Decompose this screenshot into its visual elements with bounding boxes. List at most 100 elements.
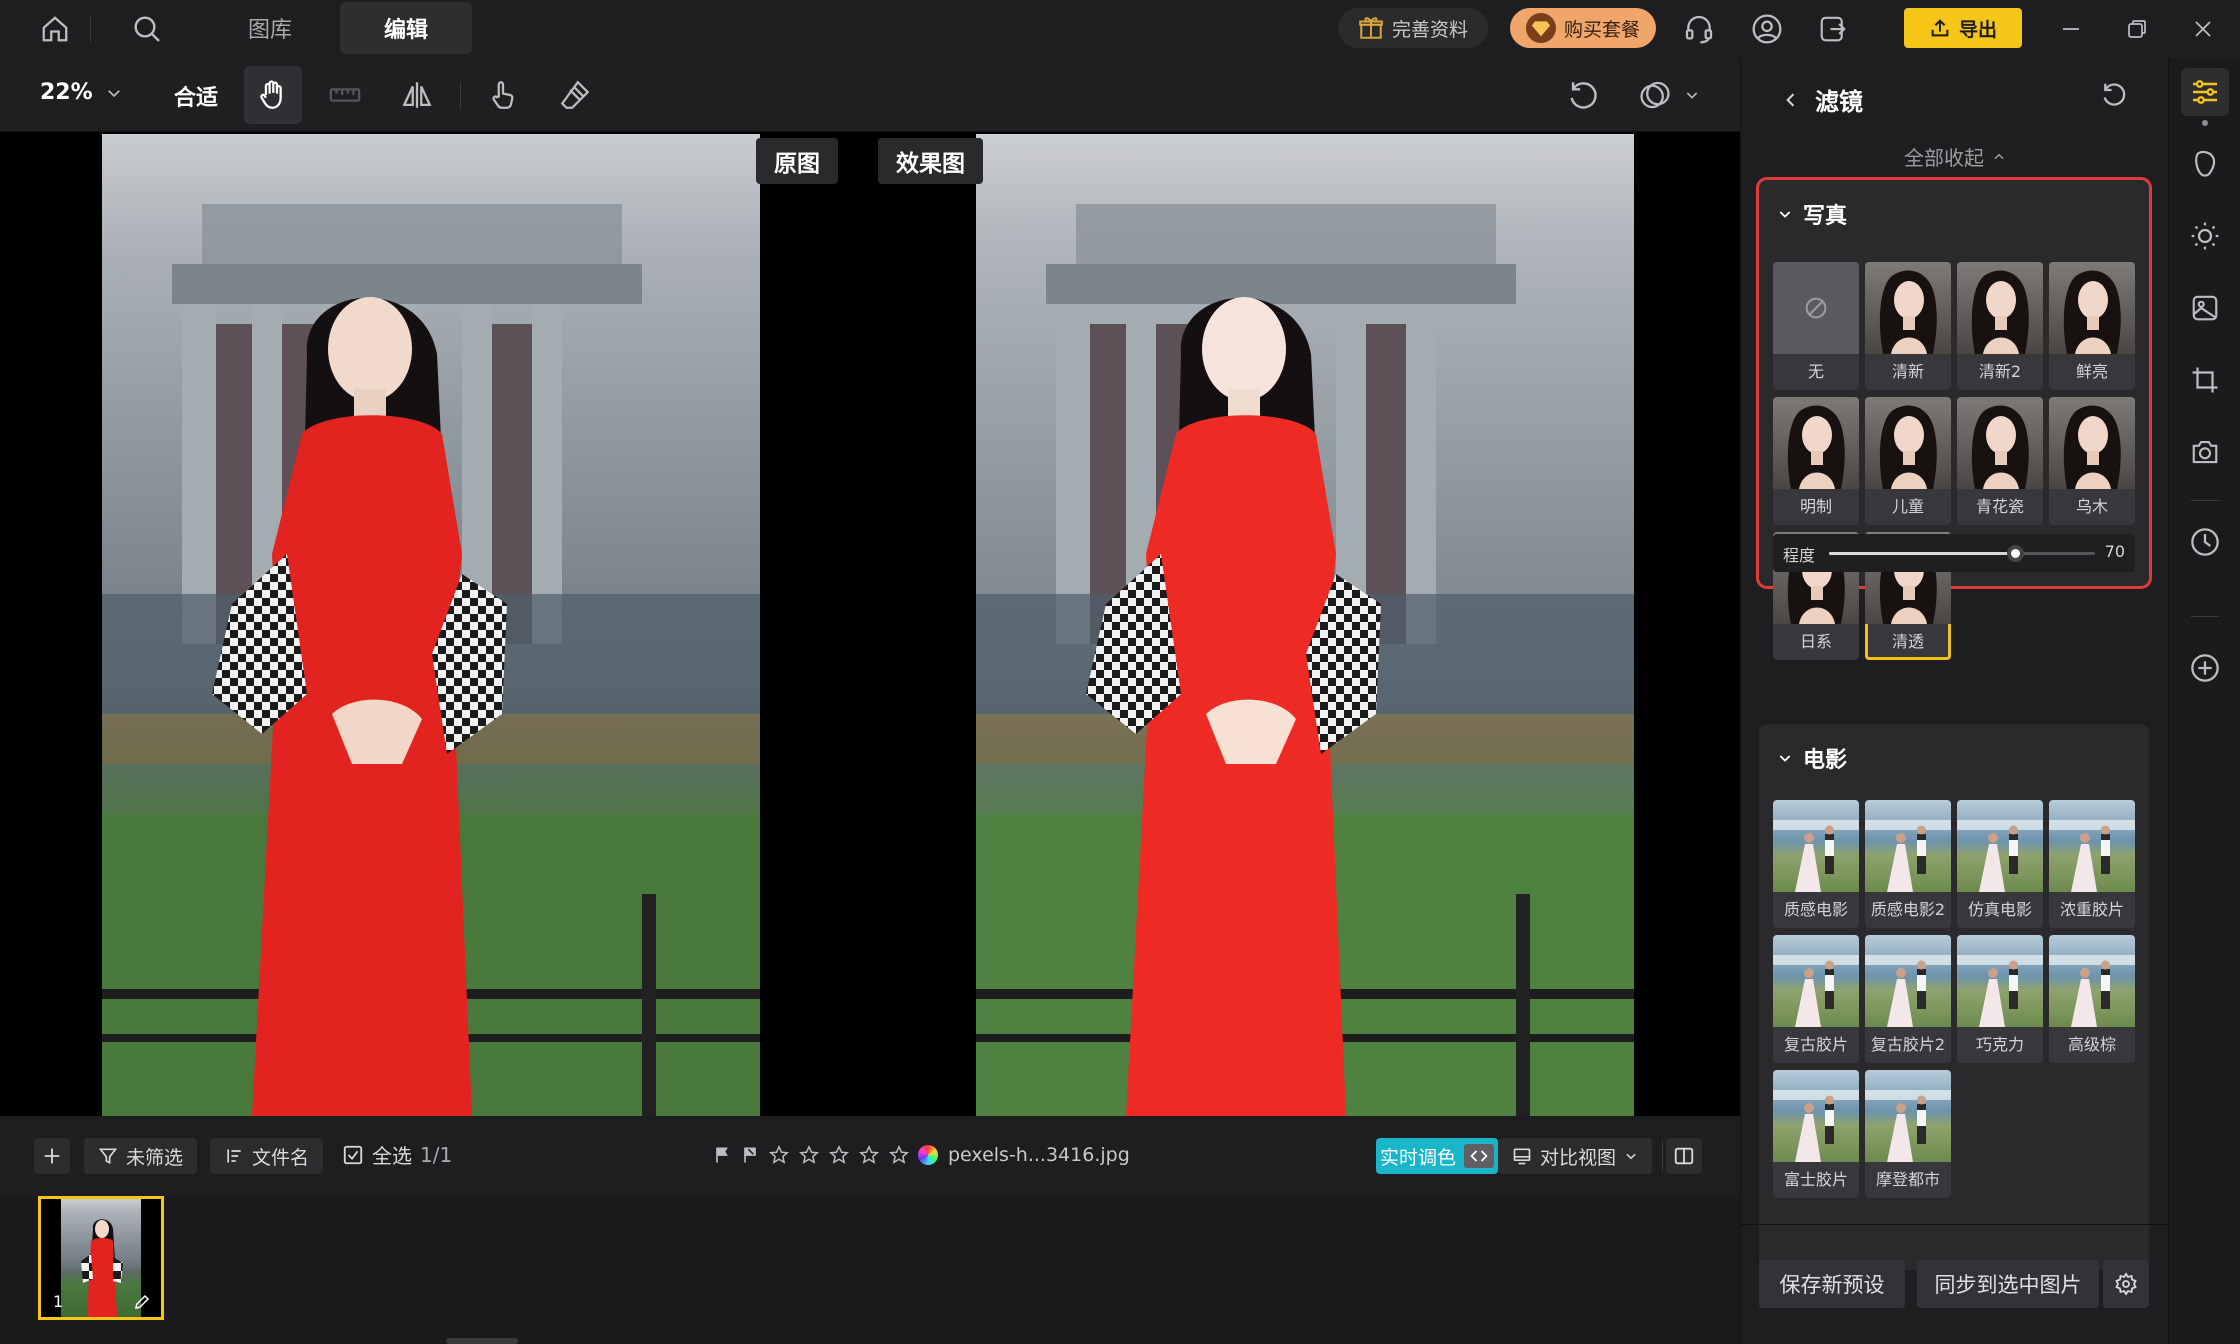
filter-tile[interactable]: 复古胶片2 [1865, 935, 1951, 1063]
restore-icon[interactable] [2116, 8, 2158, 50]
filter-tile[interactable]: 清新 [1865, 262, 1951, 390]
tab-edit[interactable]: 编辑 [340, 2, 472, 54]
filter-tile[interactable]: 复古胶片 [1773, 935, 1859, 1063]
filter-tile[interactable]: 摩登都市 [1865, 1070, 1951, 1198]
chevron-down-icon [1777, 206, 1793, 222]
headset-icon[interactable] [1678, 8, 1720, 50]
filter-thumbnail [1773, 397, 1859, 489]
filter-tile[interactable]: 质感电影2 [1865, 800, 1951, 928]
flip-tool[interactable] [388, 66, 446, 124]
filter-thumbnail [1773, 1070, 1859, 1162]
chevron-down-icon [1684, 87, 1700, 103]
undo-icon [1566, 78, 1600, 112]
image-edit-icon[interactable] [2181, 284, 2229, 332]
section-header-portrait[interactable]: 写真 [1777, 198, 1847, 230]
filter-tile[interactable]: 浓重胶片 [2049, 800, 2135, 928]
filter-tile[interactable]: 巧克力 [1957, 935, 2043, 1063]
user-icon[interactable] [1746, 8, 1788, 50]
original-label: 原图 [756, 138, 838, 184]
save-preset-button[interactable]: 保存新预设 [1759, 1260, 1905, 1308]
export-label: 导出 [1958, 18, 1997, 41]
crop-icon[interactable] [2181, 356, 2229, 404]
monitor-icon [1512, 1146, 1532, 1166]
filter-thumbnail [1865, 397, 1951, 489]
section-header-cinema[interactable]: 电影 [1777, 742, 1847, 774]
touch-icon [486, 78, 520, 112]
filter-thumbnail [1773, 800, 1859, 892]
filter-label: 仿真电影 [1967, 900, 2032, 919]
filmstrip-thumbnail[interactable]: 1 [38, 1196, 164, 1320]
select-all-checkbox[interactable]: 全选 1/1 [342, 1140, 452, 1169]
sun-icon[interactable] [2181, 212, 2229, 260]
collapse-all-button[interactable]: 全部收起 [1741, 142, 2169, 171]
filter-label: 乌木 [2075, 497, 2108, 516]
fit-button[interactable]: 合适 [174, 80, 218, 112]
touch-tool[interactable] [474, 66, 532, 124]
filter-tile[interactable]: 清新2 [1957, 262, 2043, 390]
home-icon[interactable] [34, 8, 76, 50]
code-icon [1464, 1144, 1495, 1168]
preset-settings-button[interactable] [2103, 1260, 2149, 1308]
filter-tile[interactable]: 高级棕 [2049, 935, 2135, 1063]
export-button[interactable]: 导出 [1904, 8, 2022, 48]
sync-to-selected-button[interactable]: 同步到选中图片 [1917, 1260, 2099, 1308]
settings-icon [2114, 1272, 2138, 1296]
minimize-icon[interactable] [2050, 8, 2092, 50]
live-adjust-toggle[interactable]: 实时调色 [1376, 1138, 1499, 1174]
strength-slider-knob[interactable] [2007, 545, 2025, 562]
compare-view-select[interactable]: 对比视图 [1498, 1138, 1653, 1174]
add-image-button[interactable] [34, 1138, 70, 1174]
chevron-down-icon [1624, 1149, 1638, 1163]
color-wheel-icon[interactable] [918, 1145, 938, 1165]
sort-button[interactable]: 文件名 [210, 1138, 324, 1174]
ruler-tool[interactable] [316, 66, 374, 124]
star-icon[interactable] [888, 1144, 910, 1166]
close-icon[interactable] [2182, 8, 2224, 50]
filter-tile[interactable]: 儿童 [1865, 397, 1951, 525]
star-icon[interactable] [858, 1144, 880, 1166]
tab-library[interactable]: 图库 [214, 2, 326, 54]
filter-panel: 滤镜 全部收起 写真 无 清新 清新2 鲜亮 明制 儿童 青花瓷 乌木 日系 清透 程度 70 电… [1740, 58, 2169, 1344]
gift-icon [1358, 15, 1384, 41]
image-canvas[interactable]: 原图 效果图 [0, 132, 1740, 1116]
logout-icon[interactable] [1812, 8, 1854, 50]
filter-label: 青花瓷 [1975, 497, 2024, 516]
complete-profile-button[interactable]: 完善资料 [1338, 8, 1488, 48]
filter-tile[interactable]: 青花瓷 [1957, 397, 2043, 525]
filter-tile[interactable]: 无 [1773, 262, 1859, 390]
split-view-button[interactable] [1666, 1138, 1702, 1174]
flag-icon[interactable] [712, 1145, 732, 1165]
star-icon[interactable] [798, 1144, 820, 1166]
star-icon[interactable] [768, 1144, 790, 1166]
zoom-select[interactable]: 22% [40, 80, 123, 105]
reset-icon[interactable] [2099, 80, 2129, 110]
add-icon[interactable] [2181, 644, 2229, 692]
filter-tile[interactable]: 明制 [1773, 397, 1859, 525]
filter-tile[interactable]: 仿真电影 [1957, 800, 2043, 928]
history-icon[interactable] [2181, 518, 2229, 566]
reject-flag-icon[interactable] [740, 1145, 760, 1165]
adjust-icon[interactable] [2181, 68, 2229, 116]
eraser-tool[interactable] [546, 66, 604, 124]
buy-plan-button[interactable]: 购买套餐 [1510, 8, 1656, 48]
filter-label: 摩登都市 [1875, 1170, 1940, 1189]
filter-tile[interactable]: 乌木 [2049, 397, 2135, 525]
filter-button[interactable]: 未筛选 [84, 1138, 198, 1174]
portrait-icon[interactable] [2181, 140, 2229, 188]
filter-thumbnail [1865, 1070, 1951, 1162]
star-icon[interactable] [828, 1144, 850, 1166]
filter-tile[interactable]: 质感电影 [1773, 800, 1859, 928]
camera-icon[interactable] [2181, 428, 2229, 476]
mask-view-select[interactable] [1624, 66, 1714, 124]
filmstrip-scrollbar[interactable] [446, 1338, 518, 1344]
filter-tile[interactable]: 富士胶片 [1773, 1070, 1859, 1198]
search-icon[interactable] [126, 8, 168, 50]
filter-thumbnail [1865, 800, 1951, 892]
back-icon[interactable] [1781, 90, 1801, 110]
hand-tool[interactable] [244, 66, 302, 124]
filter-tile[interactable]: 鲜亮 [2049, 262, 2135, 390]
undo-button[interactable] [1554, 66, 1612, 124]
flip-icon [400, 78, 434, 112]
strength-slider-track[interactable] [1829, 545, 2095, 562]
filter-label: 明制 [1799, 497, 1832, 516]
